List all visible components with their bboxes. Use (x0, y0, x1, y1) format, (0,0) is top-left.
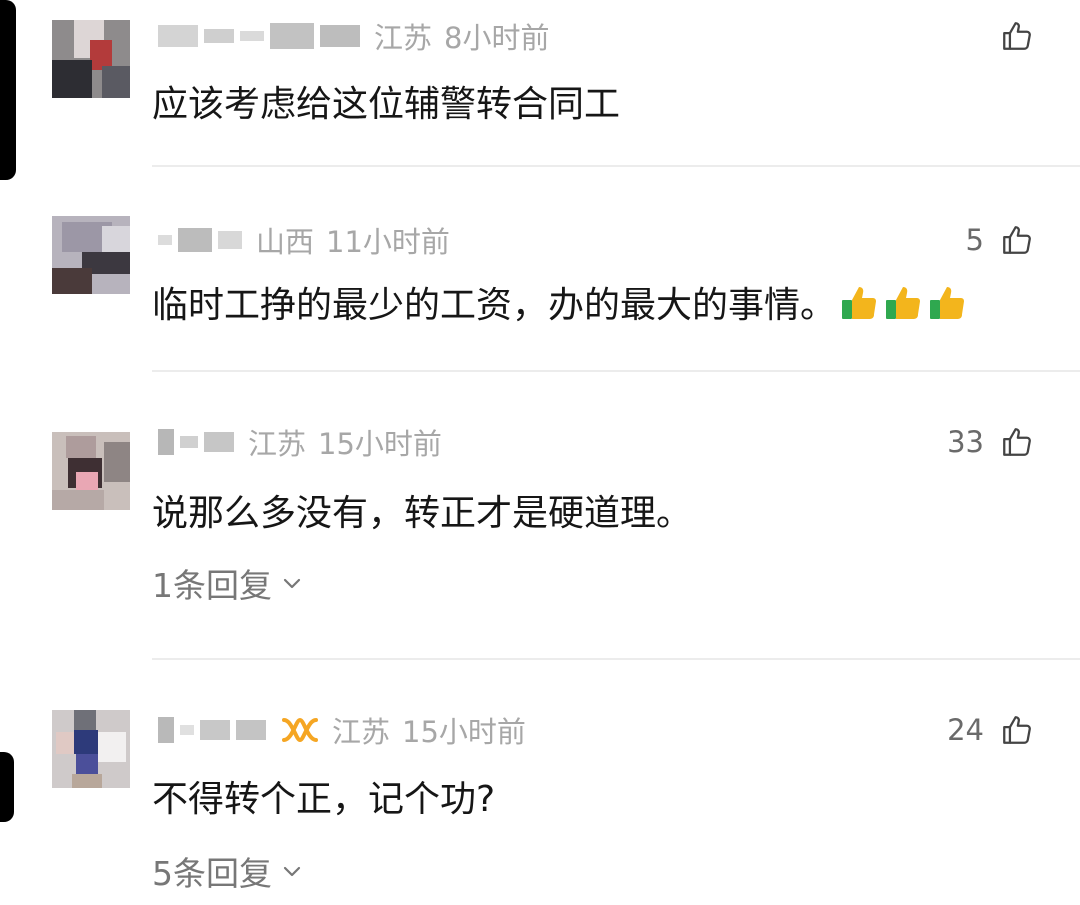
comment-text-row: 临时工挣的最少的工资，办的最大的事情。 (152, 276, 968, 328)
comment-location: 江苏 (374, 21, 433, 55)
thumbs-up-icon (1003, 22, 1031, 50)
thumbs-up-icon (1003, 226, 1031, 254)
comment-item: 江苏 8小时前 应该考虑给这位辅警转合同工 (0, 0, 1080, 167)
comment-text: 不得转个正，记个功? (152, 779, 496, 820)
comment-time: 15小时前 (318, 427, 442, 461)
comment-location: 山西 (256, 225, 315, 259)
thumbs-up-icon (1003, 716, 1031, 744)
avatar[interactable] (52, 20, 130, 98)
comment-item: 江苏 15小时前 24 不得转个正，记个功? 5条回复 (0, 660, 1080, 905)
comment-time: 8小时前 (444, 21, 550, 55)
like-button[interactable]: 33 (947, 422, 1034, 462)
like-count: 5 (965, 223, 984, 257)
chevron-down-icon (283, 866, 301, 877)
comment-location: 江苏 (248, 427, 307, 461)
chevron-down-icon (283, 578, 301, 589)
username-blurred[interactable] (158, 429, 234, 455)
comment-item: 山西 11小时前 5 临时工挣的最少的工资，办的最大的事情。 (0, 166, 1080, 372)
comment-text: 临时工挣的最少的工资，办的最大的事情。 (152, 285, 837, 326)
avatar[interactable] (52, 710, 130, 788)
username-blurred[interactable] (158, 717, 266, 743)
replies-label: 5条回复 (152, 854, 272, 893)
avatar[interactable] (52, 216, 130, 294)
avatar[interactable] (52, 432, 130, 510)
vip-badge-icon (282, 717, 318, 743)
comment-text: 说那么多没有，转正才是硬道理。 (152, 493, 693, 534)
like-count: 33 (947, 425, 984, 459)
like-button[interactable] (984, 16, 1034, 56)
like-count: 24 (947, 713, 984, 747)
thumbs-up-emoji-icon (842, 287, 877, 320)
view-replies-button[interactable]: 1条回复 (152, 558, 304, 608)
like-button[interactable]: 5 (966, 220, 1034, 260)
thumbs-up-emoji-icon (886, 287, 921, 320)
comment-text: 应该考虑给这位辅警转合同工 (152, 84, 621, 125)
thumbs-up-emoji-icon (930, 287, 965, 320)
view-replies-button[interactable]: 5条回复 (152, 846, 304, 896)
like-button[interactable]: 24 (947, 710, 1034, 750)
username-blurred[interactable] (158, 23, 360, 49)
comment-item: 江苏 15小时前 33 说那么多没有，转正才是硬道理。 1条回复 (0, 372, 1080, 660)
comment-time: 15小时前 (402, 715, 526, 749)
comment-time: 11小时前 (326, 225, 450, 259)
thumbs-up-icon (1003, 428, 1031, 456)
replies-label: 1条回复 (152, 566, 272, 605)
comment-location: 江苏 (332, 715, 391, 749)
username-blurred[interactable] (158, 228, 242, 252)
